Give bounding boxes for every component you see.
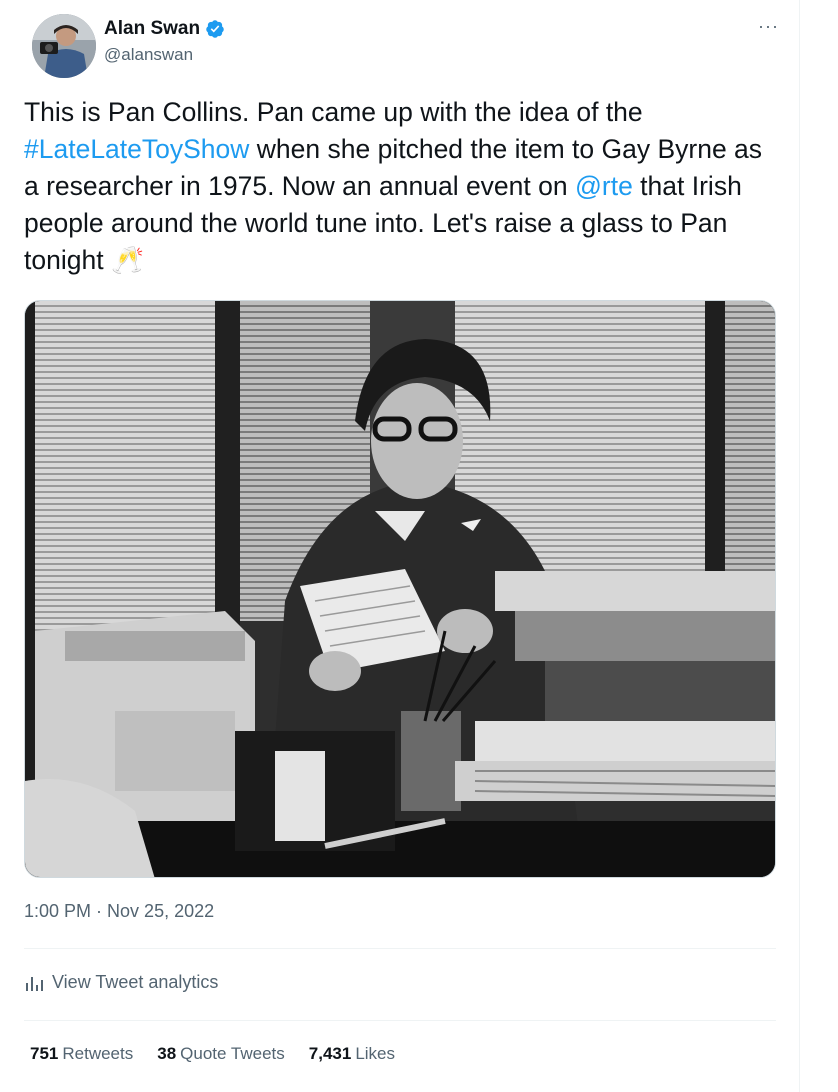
likes-stat[interactable]: 7,431 Likes [309,1044,395,1064]
more-options-icon[interactable]: ··· [758,16,779,37]
bar-chart-icon [24,973,44,993]
divider [24,1020,776,1021]
quote-tweets-count: 38 [157,1044,177,1063]
tweet-text-segment: This is Pan Collins. Pan came up with th… [24,97,643,127]
author-handle[interactable]: @alanswan [104,45,193,65]
page-border [799,0,800,1092]
likes-count: 7,431 [308,1044,352,1063]
quote-tweets-label: Quote Tweets [180,1044,285,1063]
clinking-glasses-emoji: 🥂 [110,245,144,275]
tweet-header: Alan Swan @alanswan ··· [24,10,784,80]
author-name[interactable]: Alan Swan [104,18,200,40]
photo-pan-collins-at-desk [25,301,775,877]
retweets-count: 751 [30,1044,59,1063]
view-analytics-link[interactable]: View Tweet analytics [24,972,218,993]
hashtag-link[interactable]: #LateLateToyShow [24,134,249,164]
timestamp-separator: · [91,901,108,921]
retweets-stat[interactable]: 751 Retweets [30,1044,133,1064]
engagement-stats: 751 Retweets 38 Quote Tweets 7,431 Likes [30,1044,419,1064]
likes-label: Likes [355,1044,395,1063]
timestamp-time-link[interactable]: 1:00 PM [24,901,91,921]
divider [24,948,776,949]
tweet-text: This is Pan Collins. Pan came up with th… [24,94,784,279]
tweet-photo[interactable] [24,300,776,878]
mention-link[interactable]: @rte [575,171,633,201]
verified-badge-icon [205,19,225,39]
quote-tweets-stat[interactable]: 38 Quote Tweets [157,1044,285,1064]
avatar[interactable] [32,14,96,78]
timestamp-date-link[interactable]: Nov 25, 2022 [107,901,214,921]
analytics-label: View Tweet analytics [52,972,219,992]
tweet-timestamp: 1:00 PM · Nov 25, 2022 [24,901,214,922]
retweets-label: Retweets [62,1044,134,1063]
author-name-row: Alan Swan [104,18,225,40]
